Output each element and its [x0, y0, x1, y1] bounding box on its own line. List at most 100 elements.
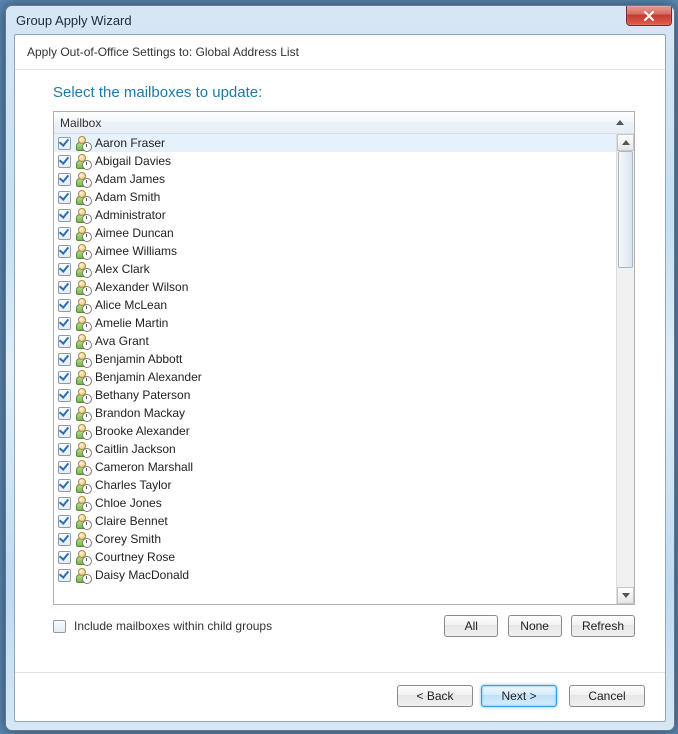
table-row[interactable]: Amelie Martin — [54, 314, 616, 332]
mailbox-checkbox[interactable] — [58, 443, 71, 456]
mailbox-checkbox[interactable] — [58, 209, 71, 222]
table-row[interactable]: Alex Clark — [54, 260, 616, 278]
mailbox-user-icon — [75, 315, 91, 331]
mailbox-checkbox[interactable] — [58, 371, 71, 384]
mailbox-checkbox[interactable] — [58, 137, 71, 150]
table-row[interactable]: Alexander Wilson — [54, 278, 616, 296]
mailbox-user-icon — [75, 459, 91, 475]
mailbox-checkbox[interactable] — [58, 263, 71, 276]
scroll-track[interactable] — [617, 151, 634, 587]
table-row[interactable]: Adam James — [54, 170, 616, 188]
table-row[interactable]: Caitlin Jackson — [54, 440, 616, 458]
table-row[interactable]: Brandon Mackay — [54, 404, 616, 422]
mailbox-checkbox[interactable] — [58, 425, 71, 438]
mailbox-checkbox[interactable] — [58, 335, 71, 348]
mailbox-name: Alexander Wilson — [95, 280, 188, 294]
mailbox-checkbox[interactable] — [58, 407, 71, 420]
mailbox-checkbox[interactable] — [58, 515, 71, 528]
mailbox-name: Amelie Martin — [95, 316, 168, 330]
mailbox-user-icon — [75, 225, 91, 241]
mailbox-checkbox[interactable] — [58, 353, 71, 366]
table-row[interactable]: Claire Bennet — [54, 512, 616, 530]
wizard-subheader: Apply Out-of-Office Settings to: Global … — [15, 35, 665, 70]
mailbox-user-icon — [75, 495, 91, 511]
window-title: Group Apply Wizard — [16, 13, 626, 28]
list-header[interactable]: Mailbox — [54, 112, 634, 134]
chevron-up-icon — [622, 140, 630, 145]
mailbox-user-icon — [75, 441, 91, 457]
table-row[interactable]: Ava Grant — [54, 332, 616, 350]
mailbox-name: Brooke Alexander — [95, 424, 190, 438]
mailbox-checkbox[interactable] — [58, 317, 71, 330]
table-row[interactable]: Benjamin Abbott — [54, 350, 616, 368]
mailbox-checkbox[interactable] — [58, 497, 71, 510]
mailbox-user-icon — [75, 477, 91, 493]
table-row[interactable]: Benjamin Alexander — [54, 368, 616, 386]
mailbox-user-icon — [75, 351, 91, 367]
mailbox-checkbox[interactable] — [58, 227, 71, 240]
vertical-scrollbar[interactable] — [616, 134, 634, 604]
mailbox-name: Aimee Williams — [95, 244, 177, 258]
scroll-down-button[interactable] — [617, 587, 634, 604]
title-bar: Group Apply Wizard — [6, 6, 674, 34]
mailbox-user-icon — [75, 207, 91, 223]
table-row[interactable]: Adam Smith — [54, 188, 616, 206]
mailbox-name: Benjamin Abbott — [95, 352, 182, 366]
table-row[interactable]: Aimee Duncan — [54, 224, 616, 242]
table-row[interactable]: Corey Smith — [54, 530, 616, 548]
mailbox-name: Alice McLean — [95, 298, 167, 312]
back-button[interactable]: < Back — [397, 685, 473, 707]
mailbox-name: Chloe Jones — [95, 496, 162, 510]
mailbox-checkbox[interactable] — [58, 533, 71, 546]
close-button[interactable] — [626, 6, 672, 26]
table-row[interactable]: Cameron Marshall — [54, 458, 616, 476]
mailbox-name: Administrator — [95, 208, 166, 222]
table-row[interactable]: Aaron Fraser — [54, 134, 616, 152]
mailbox-checkbox[interactable] — [58, 389, 71, 402]
mailbox-user-icon — [75, 513, 91, 529]
mailbox-checkbox[interactable] — [58, 173, 71, 186]
table-row[interactable]: Charles Taylor — [54, 476, 616, 494]
mailbox-user-icon — [75, 405, 91, 421]
table-row[interactable]: Chloe Jones — [54, 494, 616, 512]
table-row[interactable]: Administrator — [54, 206, 616, 224]
mailbox-user-icon — [75, 261, 91, 277]
mailbox-name: Aaron Fraser — [95, 136, 165, 150]
select-all-button[interactable]: All — [444, 615, 498, 637]
mailbox-checkbox[interactable] — [58, 551, 71, 564]
mailbox-name: Aimee Duncan — [95, 226, 174, 240]
table-row[interactable]: Brooke Alexander — [54, 422, 616, 440]
mailbox-name: Caitlin Jackson — [95, 442, 176, 456]
mailbox-name: Benjamin Alexander — [95, 370, 202, 384]
include-child-groups-checkbox[interactable] — [53, 620, 66, 633]
wizard-nav: < Back Next > Cancel — [15, 672, 665, 721]
table-row[interactable]: Daisy MacDonald — [54, 566, 616, 584]
table-row[interactable]: Abigail Davies — [54, 152, 616, 170]
mailbox-checkbox[interactable] — [58, 155, 71, 168]
mailbox-user-icon — [75, 243, 91, 259]
refresh-button[interactable]: Refresh — [571, 615, 635, 637]
table-row[interactable]: Alice McLean — [54, 296, 616, 314]
mailbox-checkbox[interactable] — [58, 191, 71, 204]
scroll-up-button[interactable] — [617, 134, 634, 151]
list-body[interactable]: Aaron Fraser Abigail DaviesAdam JamesAdam… — [54, 134, 616, 604]
table-row[interactable]: Courtney Rose — [54, 548, 616, 566]
mailbox-name: Alex Clark — [95, 262, 150, 276]
select-none-button[interactable]: None — [508, 615, 562, 637]
mailbox-checkbox[interactable] — [58, 281, 71, 294]
mailbox-checkbox[interactable] — [58, 569, 71, 582]
table-row[interactable]: Aimee Williams — [54, 242, 616, 260]
mailbox-user-icon — [75, 297, 91, 313]
mailbox-name: Corey Smith — [95, 532, 161, 546]
mailbox-user-icon — [75, 153, 91, 169]
table-row[interactable]: Bethany Paterson — [54, 386, 616, 404]
scroll-thumb[interactable] — [618, 151, 633, 268]
next-button[interactable]: Next > — [481, 685, 557, 707]
mailbox-user-icon — [75, 189, 91, 205]
mailbox-checkbox[interactable] — [58, 479, 71, 492]
mailbox-checkbox[interactable] — [58, 245, 71, 258]
mailbox-checkbox[interactable] — [58, 461, 71, 474]
close-icon — [643, 11, 655, 21]
mailbox-checkbox[interactable] — [58, 299, 71, 312]
cancel-button[interactable]: Cancel — [569, 685, 645, 707]
